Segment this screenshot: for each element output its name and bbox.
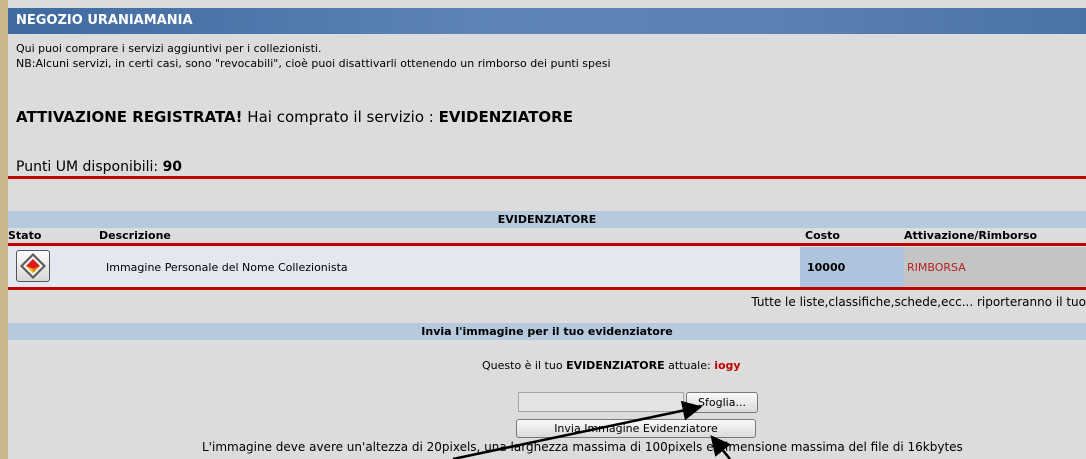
page-title: NEGOZIO URANIAMANIA [8, 8, 1086, 34]
column-header-costo: Costo [805, 229, 840, 242]
column-header-stato: Stato [8, 229, 42, 242]
points-available: Punti UM disponibili: 90 [16, 159, 182, 175]
file-path-input[interactable] [518, 392, 684, 412]
service-note: Tutte le liste,classifiche,schede,ecc...… [751, 295, 1086, 309]
points-value: 90 [162, 159, 183, 175]
intro-line-1: Qui puoi comprare i servizi aggiuntivi p… [16, 42, 322, 55]
activation-status: ATTIVAZIONE REGISTRATA! [16, 108, 243, 126]
current-username: iogy [714, 359, 741, 372]
page-background-strip [0, 0, 8, 459]
current-highlighter: Questo è il tuo EVIDENZIATORE attuale: i… [482, 359, 741, 372]
divider-line [8, 243, 1086, 246]
service-table-title: EVIDENZIATORE [8, 211, 1086, 228]
diamond-graphic [20, 253, 46, 279]
image-requirements: L'immagine deve avere un'altezza di 20pi… [202, 440, 963, 454]
divider-line [8, 176, 1086, 179]
column-header-attivazione: Attivazione/Rimborso [904, 229, 1038, 242]
service-description: Immagine Personale del Nome Collezionist… [106, 261, 348, 274]
divider-line [8, 287, 1086, 290]
send-image-button[interactable]: Invia Immagine Evidenziatore [516, 419, 756, 438]
refund-link[interactable]: RIMBORSA [907, 261, 966, 274]
intro-text: Qui puoi comprare i servizi aggiuntivi p… [16, 41, 611, 71]
browse-button[interactable]: Sfoglia... [686, 392, 758, 413]
activation-service: EVIDENZIATORE [438, 108, 573, 126]
current-mid: attuale: [664, 359, 715, 372]
upload-section-title: Invia l'immagine per il tuo evidenziator… [8, 323, 1086, 340]
current-label: EVIDENZIATORE [566, 359, 665, 372]
activation-message: ATTIVAZIONE REGISTRATA! Hai comprato il … [16, 108, 573, 126]
points-label: Punti UM disponibili: [16, 159, 163, 175]
service-cost: 10000 [807, 261, 846, 274]
intro-line-2: NB:Alcuni servizi, in certi casi, sono "… [16, 57, 611, 70]
shop-panel: NEGOZIO URANIAMANIA Qui puoi comprare i … [8, 0, 1086, 459]
current-prefix: Questo è il tuo [482, 359, 567, 372]
highlighter-diamond-icon[interactable] [16, 250, 50, 282]
activation-text: Hai comprato il servizio : [242, 108, 439, 126]
column-header-descrizione: Descrizione [99, 229, 171, 242]
